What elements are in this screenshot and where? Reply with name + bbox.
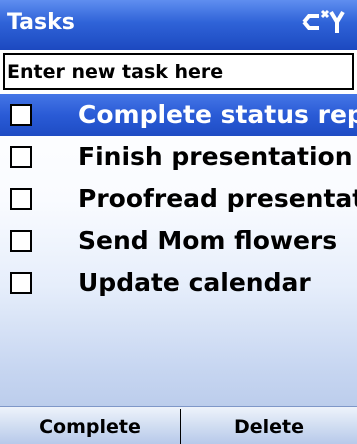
task-row[interactable]: Proofread presentati [0, 178, 357, 220]
task-checkbox[interactable] [10, 104, 32, 126]
new-task-field-frame [3, 53, 354, 90]
task-checkbox[interactable] [10, 230, 32, 252]
task-label: Finish presentation [78, 142, 353, 171]
task-label: Send Mom flowers [78, 226, 338, 255]
task-label: Complete status rep [78, 100, 357, 129]
title-bar: Tasks [0, 0, 357, 50]
connectivity-icon[interactable] [300, 6, 348, 40]
task-row[interactable]: Complete status rep [0, 94, 357, 136]
task-row[interactable]: Send Mom flowers [0, 220, 357, 262]
delete-softkey[interactable]: Delete [181, 407, 357, 444]
task-row[interactable]: Finish presentation [0, 136, 357, 178]
new-task-input[interactable] [5, 55, 352, 88]
complete-softkey[interactable]: Complete [0, 407, 180, 444]
task-checkbox[interactable] [10, 188, 32, 210]
task-rows: Complete status rep Finish presentation Pr… [0, 94, 357, 304]
task-list: Complete status rep Finish presentation Pr… [0, 90, 357, 406]
task-checkbox[interactable] [10, 272, 32, 294]
app-title: Tasks [7, 10, 75, 35]
task-label: Update calendar [78, 268, 311, 297]
tasks-screen: Tasks Complete status rep Finish presenta… [0, 0, 357, 444]
task-label: Proofread presentati [78, 184, 357, 213]
softkey-bar: Complete Delete [0, 406, 357, 444]
task-row[interactable]: Update calendar [0, 262, 357, 304]
task-checkbox[interactable] [10, 146, 32, 168]
